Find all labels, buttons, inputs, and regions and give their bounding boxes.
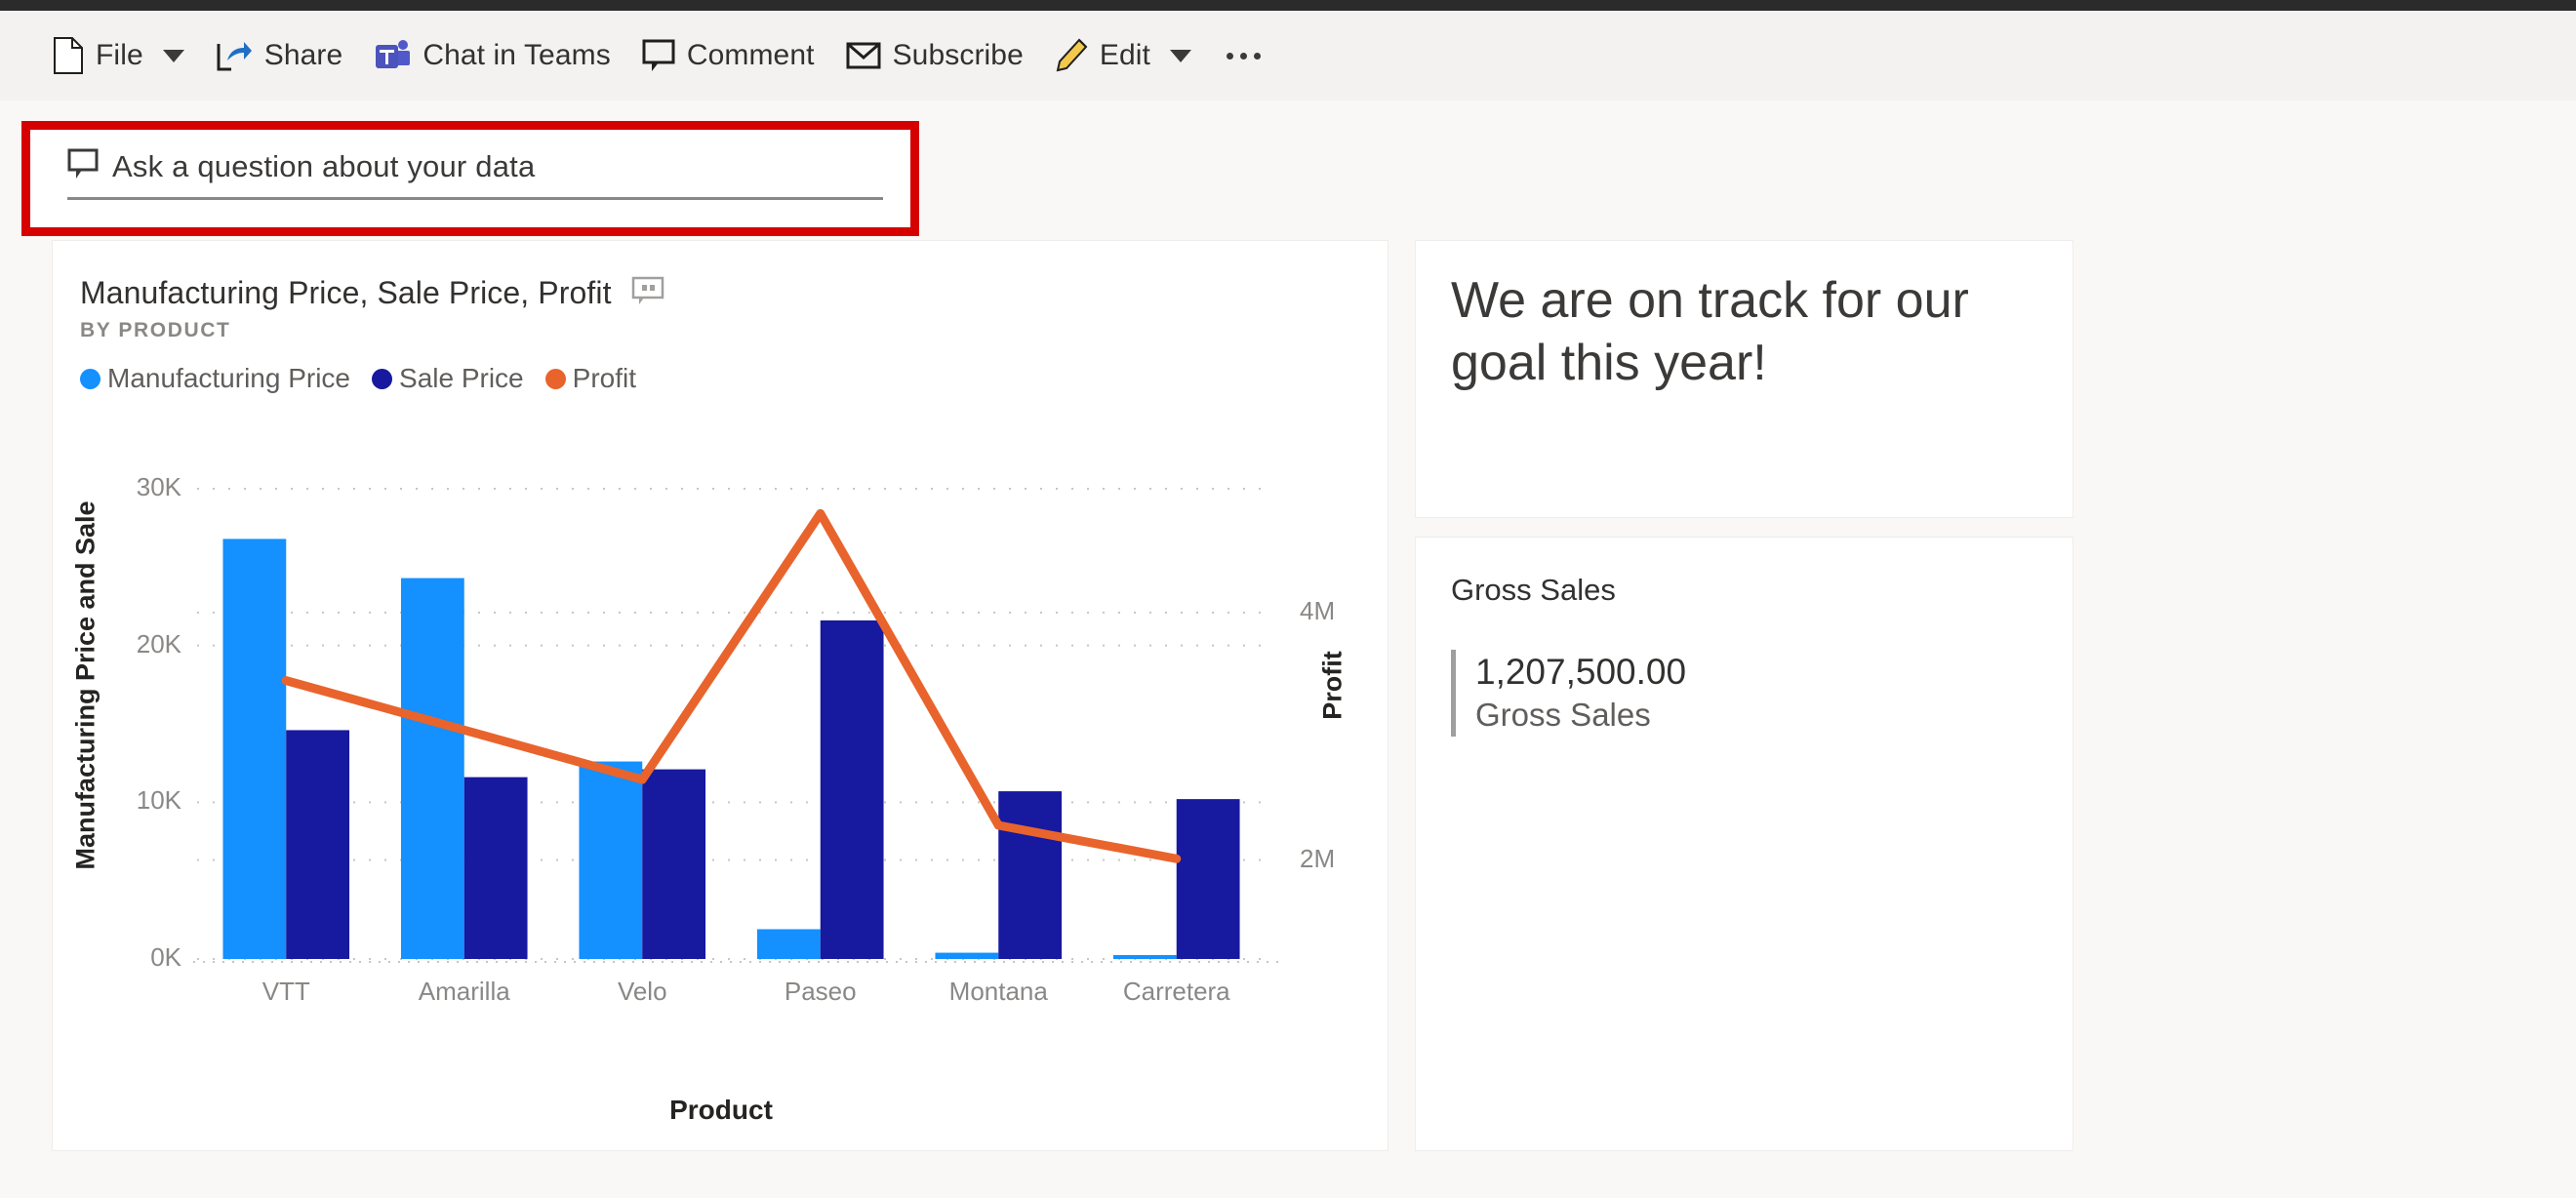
y-axis-tick-right: 2M: [1300, 843, 1336, 873]
legend-swatch: [80, 368, 101, 389]
command-subscribe-label: Subscribe: [892, 39, 1024, 71]
comment-icon: [642, 38, 675, 73]
chart-bar[interactable]: [935, 952, 999, 959]
headline-text-tile[interactable]: We are on track for our goal this year!: [1415, 240, 2073, 518]
chart-legend: Manufacturing Price Sale Price Profit: [80, 363, 648, 394]
legend-label: Profit: [572, 363, 636, 393]
kpi-accent-bar: [1451, 650, 1456, 738]
legend-swatch: [544, 368, 566, 389]
window-top-strip: [0, 0, 2576, 11]
command-comment-label: Comment: [686, 39, 815, 71]
legend-label: Manufacturing Price: [107, 363, 351, 393]
legend-swatch: [372, 368, 393, 389]
qa-comment-icon: [67, 147, 101, 185]
y-axis-tick-left: 20K: [136, 628, 181, 659]
command-subscribe[interactable]: Subscribe: [830, 26, 1039, 85]
x-axis-tick: Paseo: [784, 977, 857, 1006]
qa-input-underline: [67, 197, 883, 200]
command-file-label: File: [96, 39, 143, 71]
command-edit-label: Edit: [1099, 39, 1150, 71]
command-edit[interactable]: Edit: [1039, 26, 1207, 85]
chart-bar[interactable]: [286, 730, 350, 959]
chart-bar[interactable]: [579, 761, 643, 959]
tile-comment-icon[interactable]: [631, 276, 666, 310]
command-chat-in-teams[interactable]: Chat in Teams: [358, 26, 626, 85]
file-icon: [53, 37, 84, 74]
share-icon: [216, 39, 253, 72]
chart-line-profit[interactable]: [281, 508, 1182, 863]
chart-title: Manufacturing Price, Sale Price, Profit: [80, 275, 612, 310]
qa-bar-highlight: Ask a question about your data: [21, 121, 919, 236]
chart-bar[interactable]: [1112, 954, 1177, 959]
kpi-card-title: Gross Sales: [1451, 573, 1616, 607]
ellipsis-dot: [1226, 52, 1233, 60]
qa-input-placeholder[interactable]: Ask a question about your data: [112, 149, 535, 184]
kpi-card-body: 1,207,500.00 Gross Sales: [1451, 650, 1687, 738]
y-axis-tick-left: 0K: [150, 942, 181, 972]
chart-bar[interactable]: [998, 791, 1063, 959]
x-axis-tick: VTT: [262, 977, 310, 1006]
chevron-down-icon[interactable]: [1169, 49, 1191, 62]
command-bar: File Share Chat in Teams Comment Subscri…: [0, 11, 2576, 100]
y-axis-label-left: Manufacturing Price and Sale: [70, 500, 101, 870]
x-axis-label: Product: [669, 1095, 773, 1125]
teams-icon: [374, 38, 411, 73]
chevron-down-icon[interactable]: [162, 49, 184, 62]
legend-item-profit[interactable]: Profit: [544, 363, 636, 394]
legend-item-sale-price[interactable]: Sale Price: [372, 363, 524, 394]
kpi-caption: Gross Sales: [1475, 697, 1651, 734]
chart-bar[interactable]: [642, 769, 706, 959]
chart-bar[interactable]: [1176, 799, 1240, 959]
subscribe-icon: [846, 41, 881, 70]
chart-bar[interactable]: [222, 539, 287, 959]
legend-label: Sale Price: [399, 363, 524, 393]
chart-title-row: Manufacturing Price, Sale Price, Profit: [80, 275, 666, 311]
chart-bar[interactable]: [400, 578, 464, 959]
command-chat-in-teams-label: Chat in Teams: [423, 39, 611, 71]
chart-tile[interactable]: Manufacturing Price, Sale Price, Profit …: [52, 240, 1389, 1151]
chart-bar[interactable]: [756, 929, 821, 959]
chart-subtitle: BY PRODUCT: [80, 319, 231, 341]
chart-bar[interactable]: [463, 777, 528, 959]
ellipsis-dot: [1253, 52, 1261, 60]
y-axis-tick-left: 10K: [136, 785, 181, 816]
kpi-value: 1,207,500.00: [1475, 652, 1687, 692]
y-axis-tick-left: 30K: [136, 472, 181, 501]
ellipsis-dot: [1239, 52, 1247, 60]
y-axis-label-right: Profit: [1317, 651, 1348, 720]
x-axis-tick: Velo: [617, 977, 667, 1006]
command-file[interactable]: File: [37, 26, 200, 85]
legend-item-manufacturing-price[interactable]: Manufacturing Price: [80, 363, 350, 394]
x-axis-tick: Carretera: [1122, 977, 1230, 1006]
edit-icon: [1055, 38, 1088, 73]
command-share-label: Share: [263, 39, 343, 71]
headline-text: We are on track for our goal this year!: [1451, 272, 1969, 391]
x-axis-tick: Amarilla: [418, 977, 510, 1006]
qa-bar[interactable]: Ask a question about your data: [67, 147, 897, 200]
y-axis-tick-right: 4M: [1300, 595, 1336, 625]
chart-bar[interactable]: [820, 619, 884, 959]
command-comment[interactable]: Comment: [626, 26, 830, 85]
x-axis-tick: Montana: [948, 977, 1048, 1006]
command-share[interactable]: Share: [200, 26, 359, 85]
more-options-button[interactable]: [1207, 26, 1280, 85]
gross-sales-card-tile[interactable]: Gross Sales 1,207,500.00 Gross Sales: [1415, 537, 2073, 1151]
